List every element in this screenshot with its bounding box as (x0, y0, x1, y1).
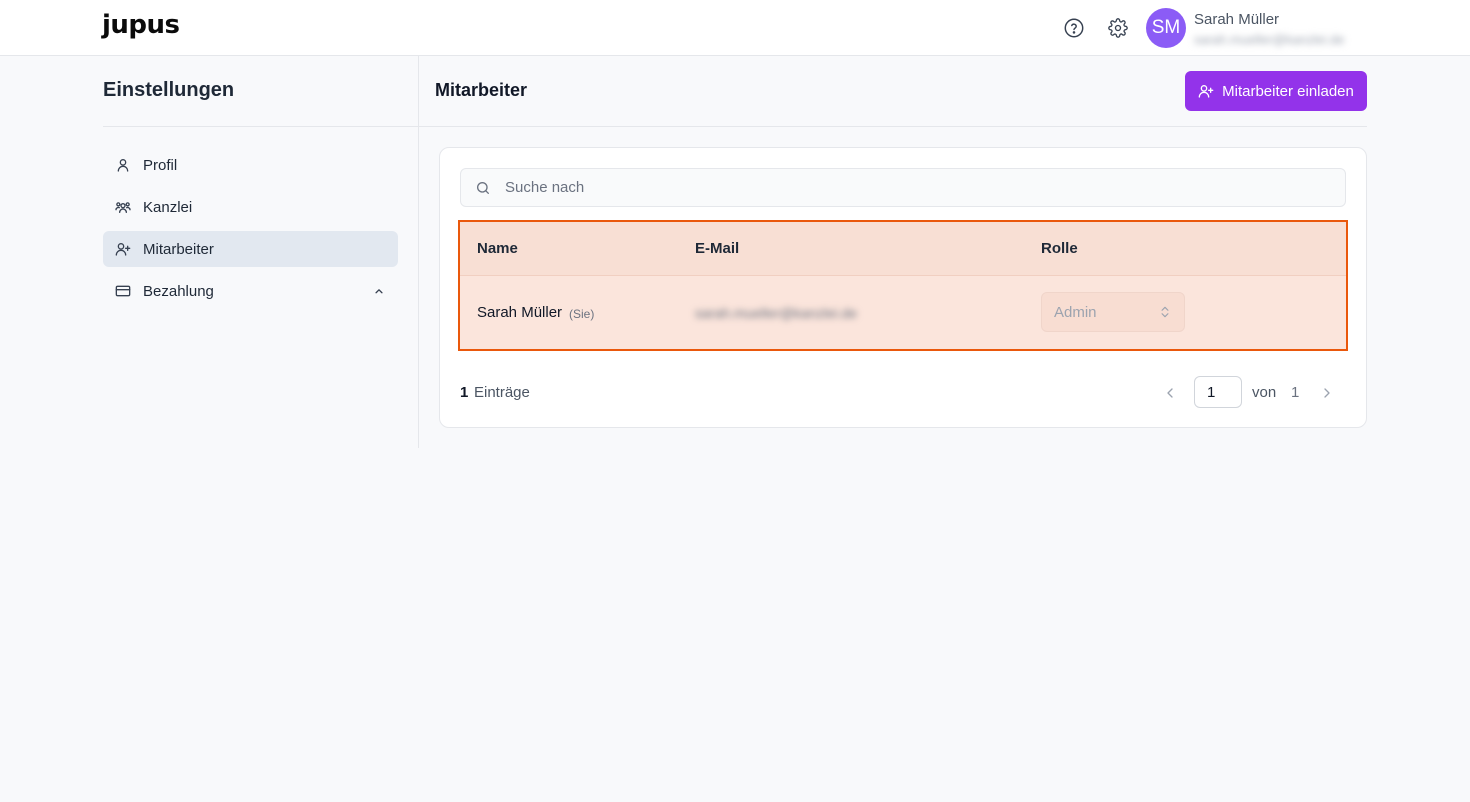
sidebar-item-label: Profil (143, 156, 178, 174)
role-value: Admin (1054, 303, 1097, 321)
page-input[interactable]: 1 (1194, 376, 1242, 408)
search-icon (475, 180, 491, 201)
total-pages: 1 (1291, 384, 1300, 401)
self-tag: (Sie) (569, 307, 595, 321)
invite-button-label: Mitarbeiter einladen (1222, 82, 1354, 100)
column-header-name[interactable]: Name (477, 240, 518, 257)
entries-label: Einträge (474, 384, 530, 401)
user-email: sarah.mueller@kanzlei.de (1194, 32, 1345, 47)
users-group-icon (115, 199, 131, 215)
column-header-email[interactable]: E-Mail (695, 240, 739, 257)
credit-card-icon (115, 283, 131, 299)
sidebar-item-mitarbeiter[interactable]: Mitarbeiter (103, 231, 398, 267)
sidebar-item-bezahlung[interactable]: Bezahlung (103, 273, 398, 309)
gear-icon[interactable] (1106, 16, 1130, 40)
role-select[interactable]: Admin (1041, 292, 1185, 332)
sidebar-item-kanzlei[interactable]: Kanzlei (103, 189, 398, 225)
user-plus-icon (1198, 85, 1214, 98)
sidebar-title: Einstellungen (103, 79, 235, 101)
sidebar-item-label: Kanzlei (143, 198, 193, 216)
employees-card: Name E-Mail Rolle Sarah Müller (Sie) sar… (439, 147, 1367, 428)
employee-name: Sarah Müller (477, 304, 563, 321)
chevron-left-icon[interactable] (1162, 385, 1178, 401)
user-plus-icon (115, 241, 131, 257)
employees-table: Name E-Mail Rolle Sarah Müller (Sie) sar… (458, 220, 1348, 351)
page-of-label: von (1252, 384, 1277, 401)
column-header-role[interactable]: Rolle (1041, 240, 1078, 257)
header-divider (419, 126, 1367, 127)
app-logo[interactable]: jupus (102, 10, 180, 40)
help-circle-icon[interactable] (1062, 16, 1086, 40)
chevron-up-icon[interactable] (372, 284, 386, 298)
sidebar-item-label: Bezahlung (143, 282, 214, 300)
vertical-divider (418, 56, 419, 448)
chevron-up-down-icon (1158, 305, 1172, 323)
table-header: Name E-Mail Rolle (460, 222, 1346, 276)
sidebar-divider (103, 126, 418, 127)
user-icon (115, 157, 131, 173)
search-box (460, 168, 1346, 207)
top-bar: jupus SM Sarah Müller sarah.mueller@kanz… (0, 0, 1470, 56)
chevron-right-icon[interactable] (1319, 385, 1335, 401)
search-input[interactable] (461, 169, 1345, 206)
sidebar-item-label: Mitarbeiter (143, 240, 214, 258)
sidebar-item-profil[interactable]: Profil (103, 147, 398, 183)
entries-count: 1 (460, 384, 469, 401)
user-name: Sarah Müller (1194, 11, 1280, 28)
employee-email: sarah.mueller@kanzlei.de (695, 305, 858, 321)
avatar[interactable]: SM (1146, 8, 1186, 48)
invite-employee-button[interactable]: Mitarbeiter einladen (1185, 71, 1367, 111)
page-title: Mitarbeiter (435, 80, 528, 100)
table-row[interactable]: Sarah Müller (Sie) sarah.mueller@kanzlei… (460, 276, 1346, 349)
